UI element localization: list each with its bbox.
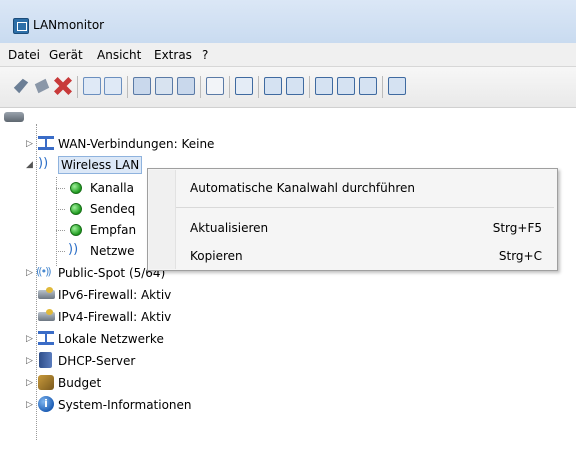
green-status-icon bbox=[70, 203, 82, 215]
connect-icon[interactable] bbox=[13, 78, 29, 94]
context-item-label: Automatische Kanalwahl durchführen bbox=[190, 181, 416, 195]
export-icon[interactable] bbox=[359, 77, 377, 95]
search-icon[interactable] bbox=[264, 77, 282, 95]
expand-icon[interactable]: ▷ bbox=[26, 357, 35, 366]
menu-extras[interactable]: Extras bbox=[154, 48, 192, 62]
context-menu: Automatische Kanalwahl durchführen Aktua… bbox=[147, 168, 558, 271]
title-bar: LANmonitor bbox=[0, 0, 576, 43]
menu-ansicht[interactable]: Ansicht bbox=[97, 48, 141, 62]
server-icon bbox=[39, 352, 52, 368]
device-tree: ▷ WAN-Verbindungen: Keine ◢ )) Wireless … bbox=[0, 108, 576, 452]
collapse-icon[interactable]: ◢ bbox=[26, 161, 35, 170]
table-icon[interactable] bbox=[155, 77, 173, 95]
context-item-auto-channel[interactable]: Automatische Kanalwahl durchführen bbox=[148, 177, 557, 199]
menu-bar: Datei Gerät Ansicht Extras ? bbox=[0, 43, 576, 67]
toolbar bbox=[0, 67, 576, 108]
expand-icon[interactable]: ▷ bbox=[26, 379, 35, 388]
tree-item-label: Sendeq bbox=[90, 202, 136, 216]
window-right-icon[interactable] bbox=[104, 77, 122, 95]
wireless-icon: )) bbox=[38, 156, 49, 171]
router-icon bbox=[4, 112, 24, 122]
tree-item-label: Netzwe bbox=[90, 244, 135, 258]
window-title: LANmonitor bbox=[33, 18, 105, 32]
edit-icon[interactable] bbox=[337, 77, 355, 95]
config-icon[interactable] bbox=[315, 77, 333, 95]
tree-item-label: Budget bbox=[58, 376, 102, 390]
context-item-refresh[interactable]: Aktualisieren Strg+F5 bbox=[148, 217, 557, 239]
monitor-icon[interactable] bbox=[235, 77, 253, 95]
firewall-badge-icon bbox=[46, 309, 53, 315]
context-item-label: Kopieren bbox=[190, 249, 243, 263]
expand-icon[interactable]: ▷ bbox=[26, 335, 35, 344]
menu-datei[interactable]: Datei bbox=[8, 48, 40, 62]
info-icon: i bbox=[38, 396, 54, 412]
lock-icon[interactable] bbox=[177, 77, 195, 95]
settings-icon[interactable] bbox=[133, 77, 151, 95]
tree-item-label: Wireless LAN bbox=[58, 156, 143, 174]
tree-item-label: IPv4-Firewall: Aktiv bbox=[58, 310, 172, 324]
context-menu-separator bbox=[176, 207, 554, 208]
list-icon[interactable] bbox=[206, 77, 224, 95]
tree-item-label: Empfan bbox=[90, 223, 137, 237]
tree-item-label: System-Informationen bbox=[58, 398, 192, 412]
green-status-icon bbox=[70, 182, 82, 194]
menu-geraet[interactable]: Gerät bbox=[49, 48, 83, 62]
network-icon bbox=[38, 331, 54, 345]
chart-icon[interactable] bbox=[286, 77, 304, 95]
context-item-label: Aktualisieren bbox=[190, 221, 269, 235]
budget-icon bbox=[38, 375, 54, 390]
tree-item-label: IPv6-Firewall: Aktiv bbox=[58, 288, 172, 302]
context-item-shortcut: Strg+C bbox=[498, 249, 542, 263]
network-icon bbox=[38, 136, 54, 150]
app-icon bbox=[13, 18, 29, 34]
tree-item-label: Lokale Netzwerke bbox=[58, 332, 164, 346]
menu-help[interactable]: ? bbox=[202, 48, 208, 62]
expand-icon[interactable]: ▷ bbox=[26, 269, 35, 278]
wireless-icon: )) bbox=[68, 242, 79, 257]
search-device-icon[interactable] bbox=[34, 78, 50, 94]
overflow-icon[interactable] bbox=[388, 77, 406, 95]
public-spot-icon: ((•)) bbox=[36, 265, 52, 278]
context-item-copy[interactable]: Kopieren Strg+C bbox=[148, 245, 557, 267]
window-left-icon[interactable] bbox=[83, 77, 101, 95]
expand-icon[interactable]: ▷ bbox=[26, 401, 35, 410]
tree-item-label: DHCP-Server bbox=[58, 354, 136, 368]
delete-icon[interactable] bbox=[54, 77, 72, 95]
green-status-icon bbox=[70, 224, 82, 236]
expand-icon[interactable]: ▷ bbox=[26, 140, 35, 149]
context-item-shortcut: Strg+F5 bbox=[492, 221, 542, 235]
tree-item-label: WAN-Verbindungen: Keine bbox=[58, 137, 215, 151]
tree-item-label: Kanalla bbox=[90, 181, 134, 195]
firewall-badge-icon bbox=[46, 287, 53, 293]
